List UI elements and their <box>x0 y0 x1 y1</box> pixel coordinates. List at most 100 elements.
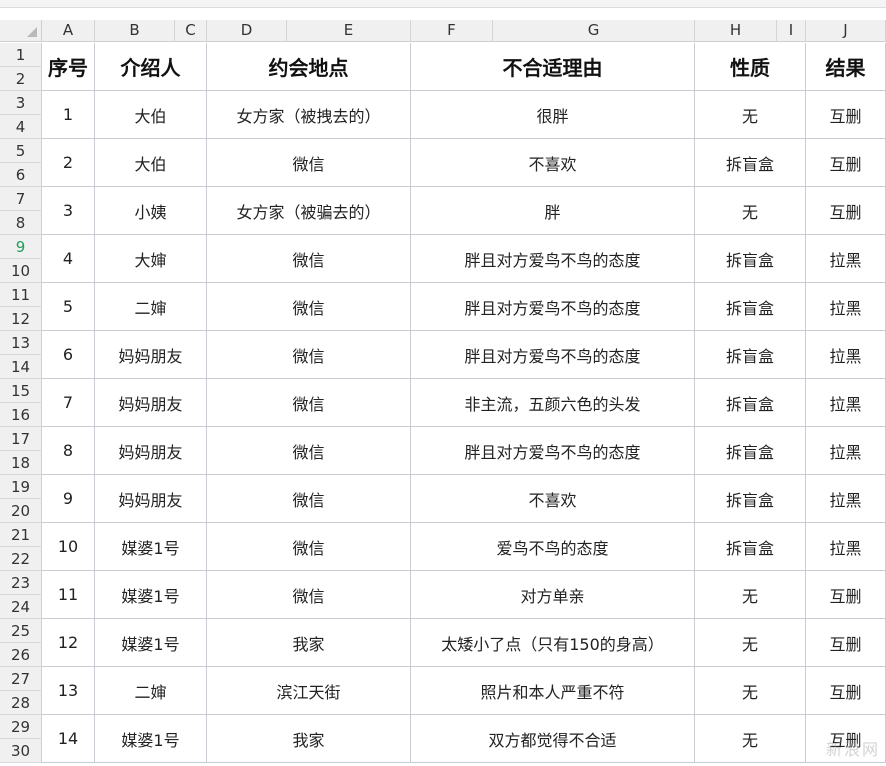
row-header-17[interactable]: 18 <box>0 451 42 475</box>
row-header-27[interactable]: 28 <box>0 691 42 715</box>
row-header-9[interactable]: 10 <box>0 259 42 283</box>
cell-reason[interactable]: 双方都觉得不合适 <box>411 715 695 763</box>
row-header-28[interactable]: 29 <box>0 715 42 739</box>
cell-no[interactable]: 3 <box>42 187 95 235</box>
row-header-29[interactable]: 30 <box>0 739 42 763</box>
column-header-8[interactable]: I <box>777 20 806 42</box>
cell-location[interactable]: 我家 <box>207 715 411 763</box>
cell-result[interactable]: 互删 <box>806 91 886 139</box>
cell-no[interactable]: 6 <box>42 331 95 379</box>
cell-introducer[interactable]: 大婶 <box>95 235 207 283</box>
cell-introducer[interactable]: 妈妈朋友 <box>95 427 207 475</box>
cell-result[interactable]: 互删 <box>806 619 886 667</box>
cell-no[interactable]: 13 <box>42 667 95 715</box>
cell-introducer[interactable]: 媒婆1号 <box>95 715 207 763</box>
cell-no[interactable]: 2 <box>42 139 95 187</box>
cell-reason[interactable]: 爱鸟不鸟的态度 <box>411 523 695 571</box>
row-header-5[interactable]: 6 <box>0 163 42 187</box>
row-header-11[interactable]: 12 <box>0 307 42 331</box>
cell-no[interactable]: 4 <box>42 235 95 283</box>
column-header-9[interactable]: J <box>806 20 886 42</box>
header-cell-introducer[interactable]: 介绍人 <box>95 43 207 91</box>
cell-nature[interactable]: 拆盲盒 <box>695 523 806 571</box>
cell-location[interactable]: 微信 <box>207 523 411 571</box>
cell-introducer[interactable]: 妈妈朋友 <box>95 475 207 523</box>
cell-result[interactable]: 拉黑 <box>806 331 886 379</box>
cell-reason[interactable]: 照片和本人严重不符 <box>411 667 695 715</box>
cell-introducer[interactable]: 媒婆1号 <box>95 619 207 667</box>
row-header-18[interactable]: 19 <box>0 475 42 499</box>
cell-introducer[interactable]: 妈妈朋友 <box>95 379 207 427</box>
cell-nature[interactable]: 拆盲盒 <box>695 235 806 283</box>
cell-introducer[interactable]: 媒婆1号 <box>95 523 207 571</box>
cell-location[interactable]: 微信 <box>207 379 411 427</box>
cell-result[interactable]: 互删 <box>806 139 886 187</box>
cell-introducer[interactable]: 二婶 <box>95 283 207 331</box>
row-header-26[interactable]: 27 <box>0 667 42 691</box>
cell-reason[interactable]: 胖且对方爱鸟不鸟的态度 <box>411 235 695 283</box>
cell-nature[interactable]: 拆盲盒 <box>695 427 806 475</box>
cell-nature[interactable]: 无 <box>695 619 806 667</box>
cell-introducer[interactable]: 大伯 <box>95 139 207 187</box>
column-header-4[interactable]: E <box>287 20 411 42</box>
cell-result[interactable]: 拉黑 <box>806 379 886 427</box>
column-header-2[interactable]: C <box>175 20 207 42</box>
column-header-7[interactable]: H <box>695 20 777 42</box>
cell-no[interactable]: 9 <box>42 475 95 523</box>
row-header-19[interactable]: 20 <box>0 499 42 523</box>
cell-no[interactable]: 7 <box>42 379 95 427</box>
cell-location[interactable]: 微信 <box>207 283 411 331</box>
cell-no[interactable]: 8 <box>42 427 95 475</box>
cell-introducer[interactable]: 妈妈朋友 <box>95 331 207 379</box>
cell-location[interactable]: 女方家（被拽去的） <box>207 91 411 139</box>
cell-result[interactable]: 拉黑 <box>806 475 886 523</box>
cell-no[interactable]: 1 <box>42 91 95 139</box>
cell-location[interactable]: 微信 <box>207 427 411 475</box>
cell-reason[interactable]: 不喜欢 <box>411 475 695 523</box>
cell-introducer[interactable]: 媒婆1号 <box>95 571 207 619</box>
cell-location[interactable]: 滨江天街 <box>207 667 411 715</box>
cell-reason[interactable]: 胖 <box>411 187 695 235</box>
cell-location[interactable]: 我家 <box>207 619 411 667</box>
cell-reason[interactable]: 对方单亲 <box>411 571 695 619</box>
cell-reason[interactable]: 胖且对方爱鸟不鸟的态度 <box>411 283 695 331</box>
cell-nature[interactable]: 无 <box>695 715 806 763</box>
cell-location[interactable]: 微信 <box>207 235 411 283</box>
cell-location[interactable]: 微信 <box>207 331 411 379</box>
cell-reason[interactable]: 不喜欢 <box>411 139 695 187</box>
cell-location[interactable]: 微信 <box>207 475 411 523</box>
row-header-24[interactable]: 25 <box>0 619 42 643</box>
cell-reason[interactable]: 太矮小了点（只有150的身高） <box>411 619 695 667</box>
row-header-7[interactable]: 8 <box>0 211 42 235</box>
cell-nature[interactable]: 拆盲盒 <box>695 139 806 187</box>
cell-nature[interactable]: 拆盲盒 <box>695 283 806 331</box>
cell-location[interactable]: 微信 <box>207 139 411 187</box>
cell-reason[interactable]: 胖且对方爱鸟不鸟的态度 <box>411 427 695 475</box>
cell-nature[interactable]: 拆盲盒 <box>695 331 806 379</box>
row-header-4[interactable]: 5 <box>0 139 42 163</box>
row-header-10[interactable]: 11 <box>0 283 42 307</box>
cell-no[interactable]: 12 <box>42 619 95 667</box>
row-header-1[interactable]: 2 <box>0 67 42 91</box>
column-header-5[interactable]: F <box>411 20 493 42</box>
cell-result[interactable]: 拉黑 <box>806 235 886 283</box>
cell-location[interactable]: 女方家（被骗去的） <box>207 187 411 235</box>
cell-result[interactable]: 拉黑 <box>806 427 886 475</box>
row-header-23[interactable]: 24 <box>0 595 42 619</box>
header-cell-result[interactable]: 结果 <box>806 43 886 91</box>
row-header-16[interactable]: 17 <box>0 427 42 451</box>
cell-result[interactable]: 互删 <box>806 571 886 619</box>
header-cell-location[interactable]: 约会地点 <box>207 43 411 91</box>
select-all-corner[interactable] <box>0 20 42 42</box>
row-header-3[interactable]: 4 <box>0 115 42 139</box>
cell-introducer[interactable]: 小姨 <box>95 187 207 235</box>
header-cell-reason[interactable]: 不合适理由 <box>411 43 695 91</box>
row-header-25[interactable]: 26 <box>0 643 42 667</box>
row-header-2[interactable]: 3 <box>0 91 42 115</box>
row-header-21[interactable]: 22 <box>0 547 42 571</box>
column-header-3[interactable]: D <box>207 20 287 42</box>
cell-result[interactable]: 互删 <box>806 187 886 235</box>
cell-nature[interactable]: 无 <box>695 571 806 619</box>
cell-no[interactable]: 14 <box>42 715 95 763</box>
cell-nature[interactable]: 无 <box>695 187 806 235</box>
